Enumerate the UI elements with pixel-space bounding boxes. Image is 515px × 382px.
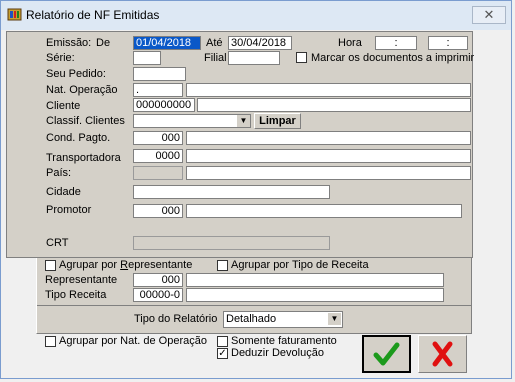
cliente-desc[interactable] (197, 98, 471, 112)
promotor-code[interactable]: 000 (133, 204, 183, 218)
ate-label: Até (206, 37, 223, 49)
promotor-desc[interactable] (186, 204, 462, 218)
de-label: De (96, 37, 111, 49)
tipo-relatorio-value: Detalhado (226, 313, 277, 325)
cliente-label: Cliente (46, 100, 81, 112)
cond-pagto-desc[interactable] (186, 131, 471, 145)
marcar-label: Marcar os documentos a imprimir (311, 52, 475, 64)
agrupar-nat-label: Agrupar por Nat. de Operação (59, 335, 207, 347)
marcar-checkbox[interactable] (296, 52, 307, 63)
agrupar-receita-checkbox[interactable] (217, 260, 228, 271)
pais-label: País: (46, 167, 72, 179)
serie-label: Série: (46, 52, 75, 64)
serie-input[interactable] (133, 51, 161, 65)
deduzir-devolucao-label: Deduzir Devolução (231, 347, 324, 359)
window-title: Relatório de NF Emitidas (26, 8, 160, 22)
limpar-button[interactable]: Limpar (254, 113, 301, 129)
classif-select[interactable] (133, 114, 251, 128)
chevron-down-icon[interactable]: ▼ (236, 115, 250, 127)
nat-operacao-code[interactable]: . (133, 83, 183, 97)
tipo-relatorio-label: Tipo do Relatório (134, 313, 218, 325)
tipo-receita-code[interactable]: 00000-0 (133, 288, 183, 302)
transportadora-code[interactable]: 0000 (133, 149, 183, 163)
crt-input (133, 236, 330, 250)
cond-pagto-code[interactable]: 000 (133, 131, 183, 145)
pedido-label: Seu Pedido: (46, 68, 106, 80)
pedido-input[interactable] (133, 67, 186, 81)
chevron-down-icon[interactable]: ▼ (327, 313, 341, 325)
hora-de-input[interactable]: : (375, 36, 417, 50)
cliente-code[interactable]: 000000000 (133, 98, 195, 112)
cidade-label: Cidade (46, 186, 81, 198)
deduzir-devolucao-checkbox[interactable]: ✓ (217, 348, 228, 359)
agrupar-representante-label: Agrupar por Representante (59, 259, 193, 271)
crt-label: CRT (46, 237, 69, 249)
hora-label: Hora (338, 37, 362, 49)
tipo-receita-desc[interactable] (186, 288, 444, 302)
checkmark-icon (373, 342, 400, 366)
filial-label: Filial (204, 52, 227, 64)
tipo-receita-label: Tipo Receita (45, 289, 107, 301)
cross-icon (432, 341, 453, 367)
representante-label: Representante (45, 274, 118, 286)
cancel-button[interactable] (418, 335, 467, 373)
transportadora-desc[interactable] (186, 149, 471, 163)
close-button[interactable]: ✕ (472, 6, 506, 24)
agrupar-nat-checkbox[interactable] (45, 336, 56, 347)
cond-pagto-label: Cond. Pagto. (46, 132, 111, 144)
nat-operacao-desc[interactable] (186, 83, 471, 97)
representante-code[interactable]: 000 (133, 273, 183, 287)
representante-desc[interactable] (186, 273, 444, 287)
transportadora-label: Transportadora (46, 152, 121, 164)
nat-operacao-label: Nat. Operação (46, 84, 118, 96)
ok-button[interactable] (362, 335, 411, 373)
promotor-label: Promotor (46, 204, 92, 216)
tipo-relatorio-select[interactable]: Detalhado (223, 311, 343, 328)
pais-desc[interactable] (186, 166, 471, 180)
classif-label: Classif. Clientes (46, 115, 125, 127)
divider (37, 305, 471, 306)
cidade-input[interactable] (133, 185, 330, 199)
agrupar-receita-label: Agrupar por Tipo de Receita (231, 259, 369, 271)
emissao-de-input[interactable]: 01/04/2018 (133, 36, 201, 50)
pais-code (133, 166, 183, 180)
emissao-label: Emissão: (46, 37, 92, 49)
somente-faturamento-checkbox[interactable] (217, 336, 228, 347)
hora-ate-input[interactable]: : (428, 36, 468, 50)
filial-input[interactable] (228, 51, 280, 65)
emissao-ate-input[interactable]: 30/04/2018 (228, 36, 292, 50)
app-icon (7, 7, 22, 22)
agrupar-representante-checkbox[interactable] (45, 260, 56, 271)
